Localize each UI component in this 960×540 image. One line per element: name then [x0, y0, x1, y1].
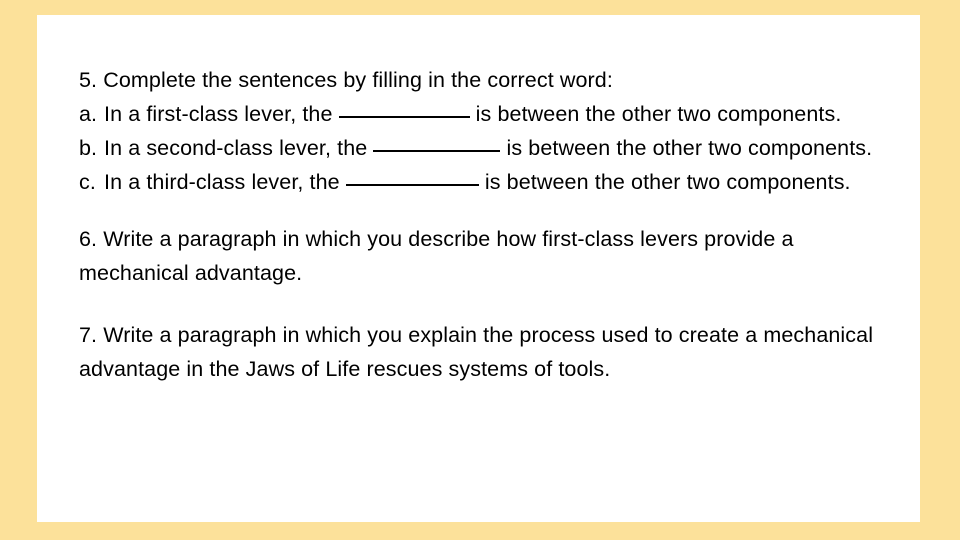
question-5-item-a: a. In a first-class lever, the is betwee… [79, 97, 957, 131]
question-5-item-b: b. In a second-class lever, the is betwe… [79, 131, 957, 165]
slide-content-panel: 5. Complete the sentences by filling in … [37, 15, 920, 522]
item-b-marker: b. [79, 136, 98, 160]
item-a-body: In a first-class lever, the is between t… [104, 97, 957, 131]
item-b-body: In a second-class lever, the is between … [104, 131, 957, 165]
item-c-blank[interactable] [345, 184, 479, 186]
item-c-marker: c. [79, 170, 96, 194]
item-a-blank[interactable] [338, 116, 470, 118]
item-c-text-before: In a third-class lever, the [104, 170, 346, 194]
item-a-text-after: is between the other two components. [469, 102, 842, 126]
question-5-item-c: c. In a third-class lever, the is betwee… [79, 165, 957, 199]
item-b-text-before: In a second-class lever, the [104, 136, 374, 160]
slide-canvas: 5. Complete the sentences by filling in … [0, 0, 960, 540]
item-c-text-after: is between the other two components. [478, 170, 851, 194]
question-7-text: 7. Write a paragraph in which you explai… [79, 323, 874, 381]
item-c-body: In a third-class lever, the is between t… [104, 165, 957, 199]
spacer-after-question-5 [79, 199, 957, 222]
slide-body: 5. Complete the sentences by filling in … [79, 63, 957, 386]
question-5-prompt: 5. Complete the sentences by filling in … [79, 68, 613, 92]
item-a-marker: a. [79, 102, 98, 126]
item-a-text-before: In a first-class lever, the [104, 102, 339, 126]
item-b-blank[interactable] [373, 150, 501, 152]
spacer-after-question-6 [79, 290, 957, 318]
item-b-text-after: is between the other two components. [500, 136, 873, 160]
question-6-text: 6. Write a paragraph in which you descri… [79, 227, 794, 285]
question-5-group: 5. Complete the sentences by filling in … [79, 63, 957, 199]
